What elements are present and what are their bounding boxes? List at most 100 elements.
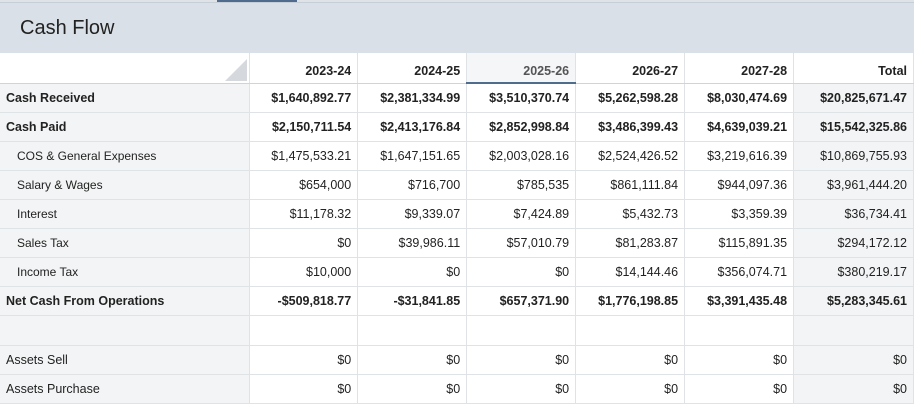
value-cell[interactable]: $2,852,998.84 [466, 112, 577, 142]
value-cell[interactable]: $0 [357, 257, 468, 287]
column-header-total[interactable]: Total [793, 53, 914, 84]
value-cell[interactable]: $861,111.84 [575, 170, 686, 200]
table-row: Income Tax $10,000 $0 $0 $14,144.46 $356,074.… [0, 257, 914, 287]
row-label: Cash Received [0, 83, 251, 113]
table-row: Assets Purchase $0 $0 $0 $0 $0 $0 [0, 374, 914, 404]
value-cell[interactable]: $11,178.32 [249, 199, 359, 229]
value-cell[interactable]: $3,486,399.43 [575, 112, 686, 142]
value-cell[interactable]: $657,371.90 [466, 286, 577, 316]
total-cell[interactable]: $36,734.41 [793, 199, 914, 229]
value-cell[interactable]: $0 [684, 345, 795, 375]
value-cell[interactable]: $3,359.39 [684, 199, 795, 229]
value-cell[interactable]: $944,097.36 [684, 170, 795, 200]
column-header-2023-24[interactable]: 2023-24 [249, 53, 359, 84]
table-row: Sales Tax $0 $39,986.11 $57,010.79 $81,283.8… [0, 228, 914, 258]
value-cell[interactable]: $115,891.35 [684, 228, 795, 258]
value-cell[interactable]: $0 [249, 374, 359, 404]
value-cell[interactable]: $9,339.07 [357, 199, 468, 229]
value-cell[interactable]: $0 [466, 345, 577, 375]
total-cell[interactable]: $3,961,444.20 [793, 170, 914, 200]
value-cell[interactable]: $14,144.46 [575, 257, 686, 287]
value-cell[interactable]: $0 [357, 345, 468, 375]
table-row: Assets Sell $0 $0 $0 $0 $0 $0 [0, 345, 914, 375]
value-cell[interactable]: $10,000 [249, 257, 359, 287]
value-cell[interactable]: $0 [575, 374, 686, 404]
row-label: Income Tax [0, 257, 251, 287]
value-cell[interactable]: $4,639,039.21 [684, 112, 795, 142]
table-row: Cash Received $1,640,892.77 $2,381,334.99 $… [0, 83, 914, 113]
table-row: COS & General Expenses $1,475,533.21 $1,64… [0, 141, 914, 171]
value-cell[interactable]: $5,262,598.28 [575, 83, 686, 113]
corner-triangle-icon [225, 58, 248, 81]
column-header-2025-26[interactable]: 2025-26 [466, 53, 577, 84]
value-cell[interactable]: $39,986.11 [357, 228, 468, 258]
total-cell[interactable]: $294,172.12 [793, 228, 914, 258]
table-row: Net Cash From Operations -$509,818.77 -$31… [0, 286, 914, 316]
value-cell[interactable]: $7,424.89 [466, 199, 577, 229]
value-cell[interactable]: $1,475,533.21 [249, 141, 359, 171]
row-label: Assets Purchase [0, 374, 251, 404]
value-cell[interactable]: $81,283.87 [575, 228, 686, 258]
value-cell[interactable]: $0 [249, 345, 359, 375]
page-title: Cash Flow [20, 17, 115, 39]
value-cell[interactable]: $716,700 [357, 170, 468, 200]
table-row: Salary & Wages $654,000 $716,700 $785,535 $8… [0, 170, 914, 200]
total-cell[interactable]: $10,869,755.93 [793, 141, 914, 171]
value-cell[interactable]: $356,074.71 [684, 257, 795, 287]
value-cell[interactable]: $0 [466, 257, 577, 287]
value-cell[interactable]: $2,381,334.99 [357, 83, 468, 113]
value-cell[interactable]: -$31,841.85 [357, 286, 468, 316]
total-cell[interactable]: $0 [793, 374, 914, 404]
row-label: Assets Sell [0, 345, 251, 375]
value-cell[interactable]: $1,640,892.77 [249, 83, 359, 113]
table-body: Cash Received $1,640,892.77 $2,381,334.99 $… [0, 83, 914, 404]
value-cell[interactable]: $5,432.73 [575, 199, 686, 229]
table-row: Cash Paid $2,150,711.54 $2,413,176.84 $2,85… [0, 112, 914, 142]
value-cell[interactable]: $2,003,028.16 [466, 141, 577, 171]
value-cell[interactable]: $3,510,370.74 [466, 83, 577, 113]
value-cell[interactable]: $2,524,426.52 [575, 141, 686, 171]
value-cell[interactable]: $0 [249, 228, 359, 258]
row-label [0, 315, 251, 346]
value-cell[interactable]: $8,030,474.69 [684, 83, 795, 113]
value-cell[interactable]: $3,219,616.39 [684, 141, 795, 171]
value-cell[interactable]: $654,000 [249, 170, 359, 200]
value-cell[interactable]: $0 [357, 374, 468, 404]
value-cell[interactable]: $57,010.79 [466, 228, 577, 258]
column-header-2027-28[interactable]: 2027-28 [684, 53, 795, 84]
row-label: Salary & Wages [0, 170, 251, 200]
value-cell[interactable]: $0 [684, 374, 795, 404]
value-cell[interactable] [684, 315, 795, 346]
column-header-2024-25[interactable]: 2024-25 [357, 53, 468, 84]
value-cell[interactable]: $2,150,711.54 [249, 112, 359, 142]
corner-cell [0, 53, 251, 84]
cash-flow-window: Cash Flow 2023-24 2024-25 2025-26 2026-2… [0, 0, 914, 415]
row-label: Net Cash From Operations [0, 286, 251, 316]
value-cell[interactable]: $2,413,176.84 [357, 112, 468, 142]
value-cell[interactable]: -$509,818.77 [249, 286, 359, 316]
total-cell[interactable]: $15,542,325.86 [793, 112, 914, 142]
row-label: Interest [0, 199, 251, 229]
table-row [0, 315, 914, 346]
value-cell[interactable]: $1,647,151.65 [357, 141, 468, 171]
total-cell[interactable] [793, 315, 914, 346]
table-row: Interest $11,178.32 $9,339.07 $7,424.89 $5,4… [0, 199, 914, 229]
column-header-2026-27[interactable]: 2026-27 [575, 53, 686, 84]
row-label: Sales Tax [0, 228, 251, 258]
value-cell[interactable]: $785,535 [466, 170, 577, 200]
row-label: COS & General Expenses [0, 141, 251, 171]
total-cell[interactable]: $5,283,345.61 [793, 286, 914, 316]
total-cell[interactable]: $20,825,671.47 [793, 83, 914, 113]
value-cell[interactable] [249, 315, 359, 346]
header-row: 2023-24 2024-25 2025-26 2026-27 2027-28 … [0, 53, 914, 84]
value-cell[interactable]: $1,776,198.85 [575, 286, 686, 316]
total-cell[interactable]: $0 [793, 345, 914, 375]
value-cell[interactable] [466, 315, 577, 346]
total-cell[interactable]: $380,219.17 [793, 257, 914, 287]
value-cell[interactable] [357, 315, 468, 346]
value-cell[interactable] [575, 315, 686, 346]
cash-flow-table: 2023-24 2024-25 2025-26 2026-27 2027-28 … [0, 53, 914, 404]
value-cell[interactable]: $0 [466, 374, 577, 404]
value-cell[interactable]: $0 [575, 345, 686, 375]
value-cell[interactable]: $3,391,435.48 [684, 286, 795, 316]
